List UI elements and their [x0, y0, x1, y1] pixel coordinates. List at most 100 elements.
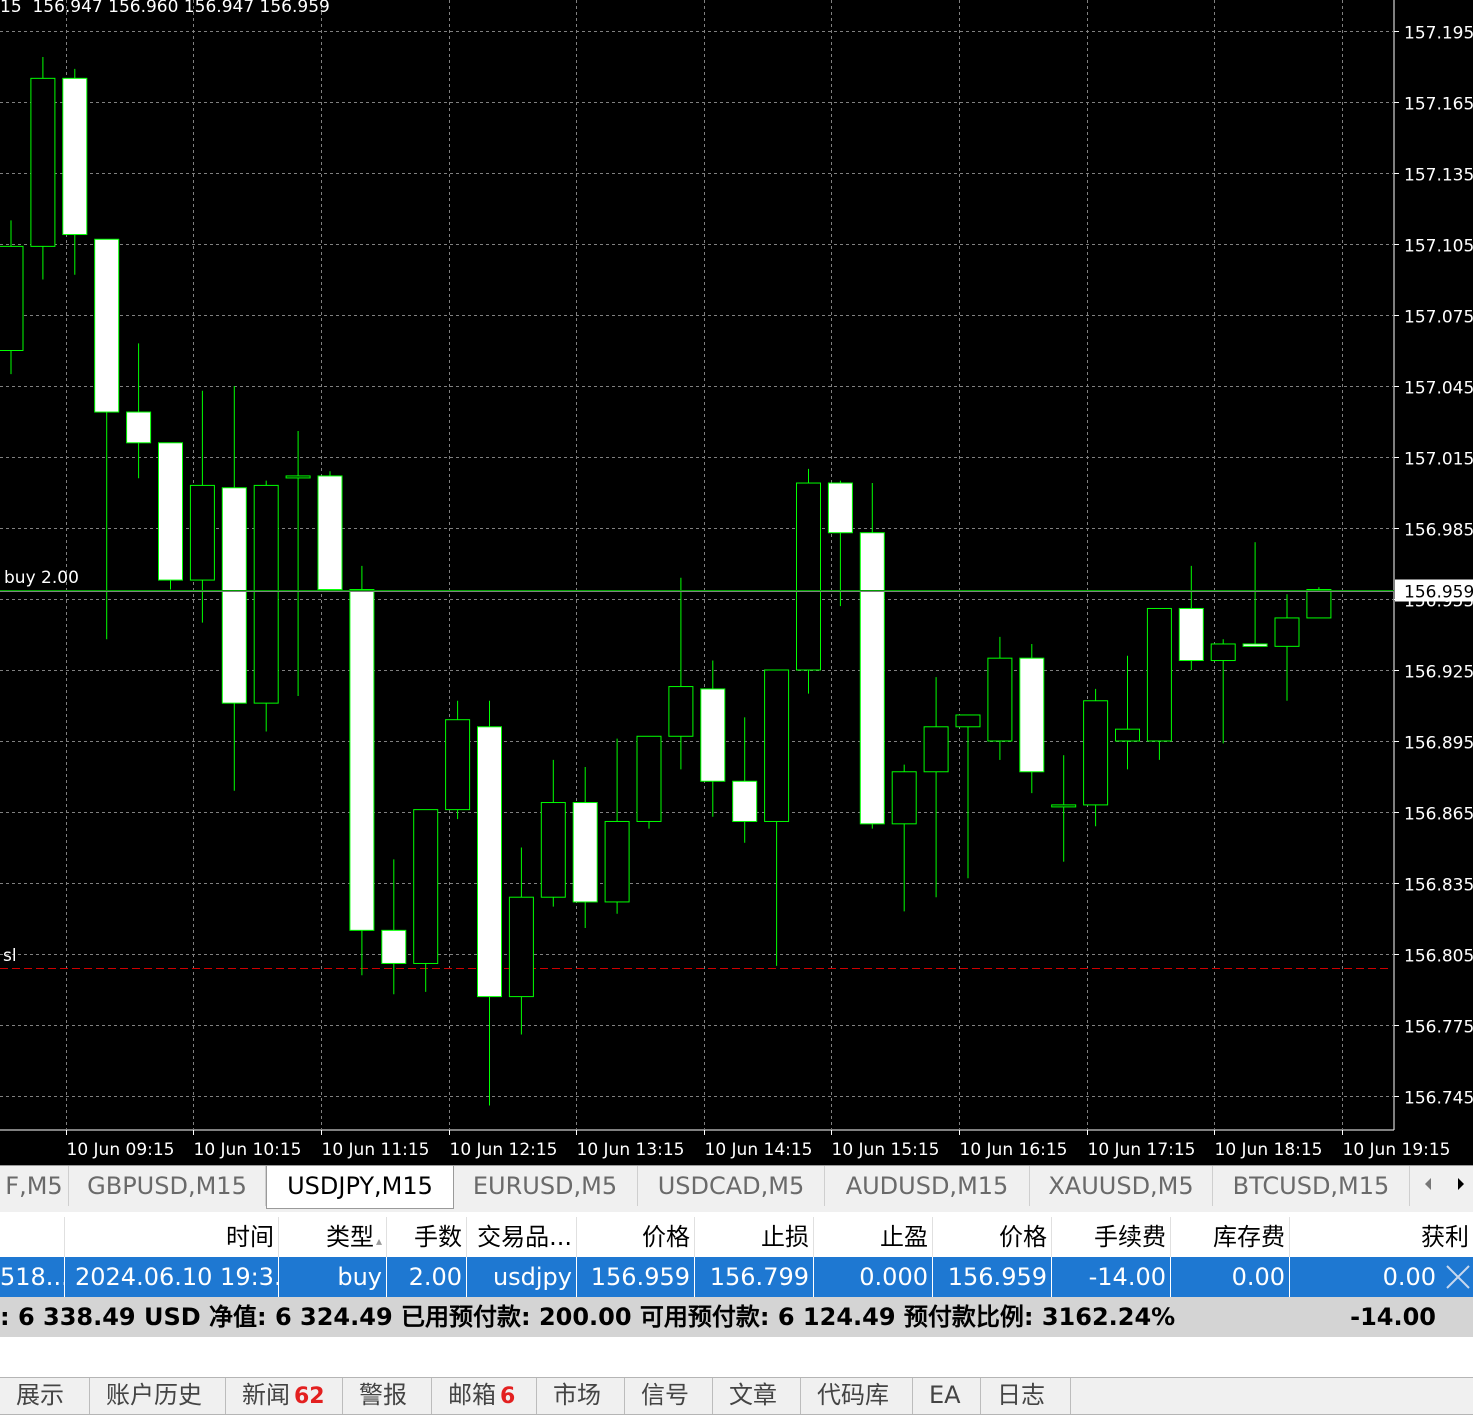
mail-count-badge: 6 — [500, 1384, 516, 1409]
bull-candle — [189, 484, 215, 581]
cell-profit: 0.00 — [1382, 1263, 1436, 1291]
toolbox-tab-bar: 展示 账户历史 新闻 62 警报 邮箱 6 市场 信号 文章 代码库 EA 日志 — [0, 1377, 1473, 1415]
bear-candle — [1242, 643, 1268, 647]
y-tick-label: 157.045 — [1404, 379, 1473, 399]
y-tick-label: 156.865 — [1404, 805, 1473, 825]
tab-label: 邮箱 — [448, 1381, 496, 1409]
bull-candle — [1146, 607, 1172, 742]
summary-text: : 6 338.49 USD 净值: 6 324.49 已用预付款: 200.0… — [0, 1303, 1176, 1331]
symbol-tab[interactable]: F,M5 — [0, 1166, 69, 1206]
header-sl[interactable]: 止损 — [695, 1217, 814, 1257]
table-row[interactable]: 518... 2024.06.10 19:3... buy 2.00 usdjp… — [0, 1257, 1473, 1297]
cell-sl[interactable]: 156.799 — [695, 1257, 814, 1297]
header-commission[interactable]: 手续费 — [1052, 1217, 1171, 1257]
x-tick-label: 10 Jun 17:15 — [1088, 1140, 1196, 1160]
tab-code-base[interactable]: 代码库 — [801, 1378, 913, 1414]
bear-candle — [126, 411, 152, 444]
y-tick-label: 157.105 — [1404, 237, 1473, 257]
x-tick-label: 10 Jun 14:15 — [705, 1140, 813, 1160]
x-tick-label: 10 Jun 15:15 — [832, 1140, 940, 1160]
cell-commission: -14.00 — [1052, 1257, 1171, 1297]
y-tick-label: 157.075 — [1404, 308, 1473, 328]
y-tick-label: 156.775 — [1404, 1018, 1473, 1038]
bull-candle — [891, 771, 917, 825]
tab-journal[interactable]: 日志 — [981, 1378, 1071, 1414]
header-swap[interactable]: 库存费 — [1171, 1217, 1290, 1257]
header-volume[interactable]: 手数 — [387, 1217, 467, 1257]
header-tp[interactable]: 止盈 — [814, 1217, 933, 1257]
bull-candle — [413, 809, 439, 964]
tab-label: 文章 — [729, 1381, 777, 1409]
tab-account-history[interactable]: 账户历史 — [90, 1378, 226, 1414]
triangle-right-icon[interactable] — [1446, 1166, 1473, 1206]
bear-candle — [1178, 607, 1204, 662]
tab-market[interactable]: 市场 — [537, 1378, 625, 1414]
header-symbol[interactable]: 交易品... — [467, 1217, 577, 1257]
bear-candle — [477, 726, 502, 998]
cell-tp[interactable]: 0.000 — [814, 1257, 933, 1297]
y-tick-label: 157.135 — [1404, 166, 1473, 186]
tab-label: 市场 — [553, 1381, 601, 1409]
header-type[interactable]: 类型 ▴ — [279, 1217, 387, 1257]
symbol-tab[interactable]: BTCUSD,M15 — [1213, 1166, 1410, 1206]
symbol-tab[interactable]: GBPUSD,M15 — [69, 1166, 266, 1206]
summary-profit: -14.00 — [1350, 1303, 1436, 1331]
symbol-tab-active[interactable]: USDJPY,M15 — [266, 1166, 454, 1209]
y-tick-label: 157.195 — [1404, 24, 1473, 44]
cell-current-price: 156.959 — [933, 1257, 1052, 1297]
tab-exposure[interactable]: 展示 — [0, 1378, 90, 1414]
bull-candle — [987, 657, 1013, 742]
ohlc-readout: 15 156.947 156.960 156.947 156.959 — [0, 0, 330, 17]
header-ticket[interactable] — [0, 1217, 65, 1257]
x-tick-label: 10 Jun 10:15 — [194, 1140, 302, 1160]
tab-articles[interactable]: 文章 — [713, 1378, 801, 1414]
bear-candle — [827, 482, 853, 534]
header-profit[interactable]: 获利 — [1290, 1217, 1473, 1257]
news-count-badge: 62 — [294, 1384, 325, 1409]
symbol-tab[interactable]: XAUUSD,M5 — [1030, 1166, 1213, 1206]
y-tick-label: 157.165 — [1404, 95, 1473, 115]
y-tick-label: 156.835 — [1404, 876, 1473, 896]
x-tick-label: 10 Jun 19:15 — [1343, 1140, 1451, 1160]
cell-type: buy — [279, 1257, 387, 1297]
header-time[interactable]: 时间 — [65, 1217, 279, 1257]
candlestick-chart[interactable]: 157.195 157.165 157.135 157.105 157.075 157.0… — [0, 0, 1473, 1165]
header-current-price[interactable]: 价格 — [933, 1217, 1052, 1257]
y-tick-label: 156.745 — [1404, 1089, 1473, 1109]
tab-signals[interactable]: 信号 — [625, 1378, 713, 1414]
tab-experts[interactable]: EA — [913, 1378, 981, 1414]
tab-label: 信号 — [641, 1381, 689, 1409]
bear-candle — [349, 589, 375, 931]
tab-label: 日志 — [997, 1381, 1045, 1409]
header-price[interactable]: 价格 — [577, 1217, 695, 1257]
tab-alerts[interactable]: 警报 — [343, 1378, 432, 1414]
bull-candle — [1115, 728, 1140, 742]
x-tick-label: 10 Jun 18:15 — [1215, 1140, 1323, 1160]
bull-candle — [1051, 804, 1077, 808]
tab-label: 展示 — [16, 1381, 64, 1409]
bull-candle — [540, 802, 566, 898]
close-x-icon[interactable] — [1444, 1263, 1472, 1291]
tab-mailbox[interactable]: 邮箱 6 — [432, 1378, 537, 1414]
y-tick-label: 157.015 — [1404, 450, 1473, 470]
bull-candle — [668, 686, 694, 737]
sort-arrow-icon: ▴ — [375, 1234, 382, 1248]
bear-candle — [221, 487, 247, 704]
triangle-left-icon[interactable] — [1413, 1166, 1443, 1206]
bull-candle — [955, 714, 981, 728]
price-chart[interactable]: 157.195 157.165 157.135 157.105 157.075 157.0… — [0, 0, 1473, 1165]
symbol-tab[interactable]: USDCAD,M5 — [638, 1166, 825, 1206]
bull-candle — [285, 475, 311, 479]
stop-loss-label: sl — [3, 946, 17, 966]
bull-candle — [508, 896, 534, 998]
bull-candle — [604, 820, 630, 903]
tab-label: 警报 — [359, 1381, 407, 1409]
y-tick-label: 156.925 — [1404, 663, 1473, 683]
x-tick-label: 10 Jun 16:15 — [960, 1140, 1068, 1160]
bear-candle — [62, 77, 88, 236]
symbol-tab[interactable]: AUDUSD,M15 — [825, 1166, 1030, 1206]
tab-news[interactable]: 新闻 62 — [226, 1378, 343, 1414]
bull-candle — [796, 482, 821, 671]
cell-symbol: usdjpy — [467, 1257, 577, 1297]
symbol-tab[interactable]: EURUSD,M5 — [453, 1166, 638, 1206]
